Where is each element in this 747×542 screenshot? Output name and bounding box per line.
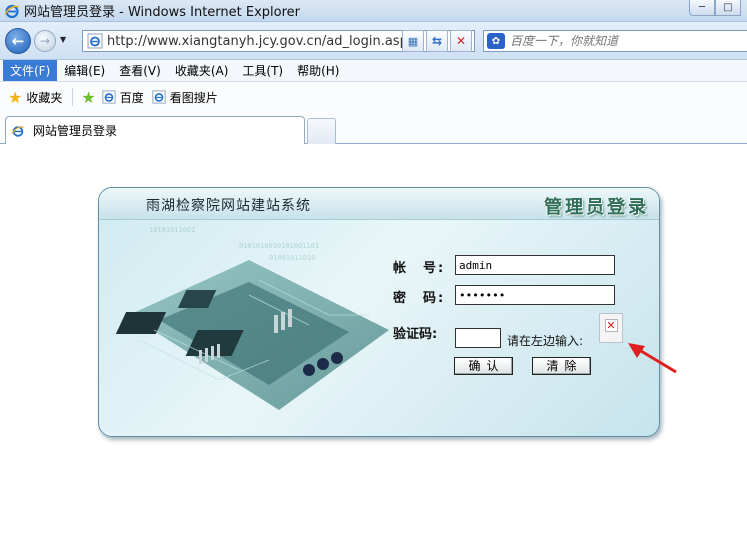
favorites-divider (72, 88, 74, 106)
url-text: http://www.xiangtanyh.jcy.gov.cn/ad_logi… (107, 33, 408, 49)
menu-help[interactable]: 帮助(H) (290, 60, 346, 81)
site-name: 雨湖检察院网站建站系统 (146, 198, 311, 214)
arrow-left-icon: ← (11, 32, 25, 50)
menu-bar: 文件(F) 编辑(E) 查看(V) 收藏夹(A) 工具(T) 帮助(H) (0, 60, 747, 82)
password-label: 密 码: (393, 291, 446, 306)
favorites-bar: ★ 收藏夹 ★ 百度 看图搜片 (0, 82, 747, 112)
captcha-image[interactable]: ✕ (599, 313, 623, 343)
refresh-button[interactable]: ⇆ (426, 30, 448, 52)
add-favorite-star-icon: ★ (81, 87, 96, 107)
captcha-input[interactable] (455, 328, 501, 348)
favorite-link-image-search[interactable]: 看图搜片 (152, 89, 218, 106)
page-content: 雨湖检察院网站建站系统 管理员登录 10101011001 0101010010… (0, 145, 747, 542)
confirm-button[interactable]: 确认 (454, 357, 513, 375)
window-titlebar: 网站管理员登录 - Windows Internet Explorer ─ □ (0, 0, 747, 22)
back-button[interactable]: ← (5, 28, 31, 54)
search-box[interactable]: ✿ (483, 30, 747, 52)
minimize-button[interactable]: ─ (689, 0, 715, 16)
menu-tools[interactable]: 工具(T) (235, 60, 290, 81)
internet-explorer-icon (4, 4, 20, 18)
menu-file[interactable]: 文件(F) (3, 60, 58, 81)
ie-page-icon (102, 90, 116, 104)
search-input[interactable] (510, 34, 730, 48)
refresh-icon: ⇆ (431, 34, 443, 48)
window-title: 网站管理员登录 - Windows Internet Explorer (24, 5, 300, 20)
login-panel: 雨湖检察院网站建站系统 管理员登录 10101011001 0101010010… (98, 187, 660, 437)
clear-button[interactable]: 清除 (532, 357, 591, 375)
star-icon: ★ (8, 87, 23, 107)
stop-button[interactable]: ✕ (450, 30, 472, 52)
arrow-right-icon: → (39, 34, 51, 48)
captcha-hint: 请在左边输入: (507, 334, 584, 348)
svg-text:0101010010101001101: 0101010010101001101 (239, 242, 319, 250)
recent-pages-dropdown[interactable]: ▼ (60, 35, 66, 44)
svg-text:10101011001: 10101011001 (149, 226, 195, 234)
favorite-link-label: 看图搜片 (169, 90, 218, 105)
password-input[interactable] (455, 285, 615, 305)
tab-bar: 网站管理员登录 (0, 112, 747, 144)
menu-edit[interactable]: 编辑(E) (57, 60, 112, 81)
menu-favorites[interactable]: 收藏夹(A) (168, 60, 236, 81)
login-title: 管理员登录 (544, 197, 649, 218)
circuit-board-illustration: 10101011001 0101010010101001101 01001011… (115, 226, 389, 410)
page-ie-icon (87, 33, 103, 49)
svg-text:01001011010: 01001011010 (269, 254, 315, 262)
stop-icon: ✕ (455, 34, 467, 48)
tab-label: 网站管理员登录 (33, 124, 118, 138)
broken-image-icon: ✕ (604, 319, 618, 332)
username-label: 帐 号: (393, 261, 446, 276)
captcha-label: 验证码: (393, 327, 438, 342)
login-panel-header: 雨湖检察院网站建站系统 管理员登录 (99, 188, 659, 220)
baidu-paw-icon: ✿ (487, 33, 505, 49)
add-to-favorites-button[interactable]: ★ (81, 88, 99, 107)
maximize-button[interactable]: □ (715, 0, 741, 16)
new-tab-button[interactable] (307, 118, 336, 144)
favorite-link-baidu[interactable]: 百度 (102, 89, 144, 106)
compatibility-view-button[interactable]: ▦ (402, 30, 424, 52)
tab-ie-icon (11, 125, 25, 137)
favorites-label: 收藏夹 (26, 90, 63, 105)
menu-view[interactable]: 查看(V) (112, 60, 168, 81)
window-controls: ─ □ (689, 0, 741, 16)
favorite-link-label: 百度 (119, 90, 144, 105)
navigation-bar: ← → ▼ http://www.xiangtanyh.jcy.gov.cn/a… (0, 22, 747, 60)
compatibility-icon: ▦ (407, 34, 419, 48)
annotation-arrow-icon (628, 343, 677, 374)
favorites-button[interactable]: ★ 收藏夹 (8, 88, 62, 107)
username-input[interactable] (455, 255, 615, 275)
ie-page-icon (152, 90, 166, 104)
forward-button[interactable]: → (34, 30, 56, 52)
tab-admin-login[interactable]: 网站管理员登录 (5, 116, 305, 144)
